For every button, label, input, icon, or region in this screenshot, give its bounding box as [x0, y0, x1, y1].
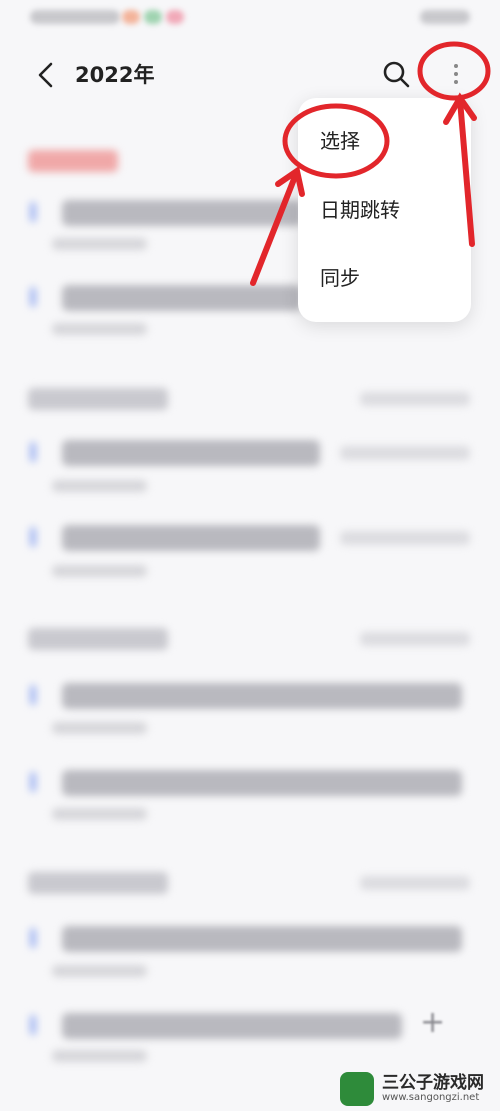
- list-item[interactable]: [62, 285, 302, 311]
- list-item-right: [340, 446, 470, 460]
- list-item[interactable]: [62, 525, 320, 551]
- search-icon[interactable]: [380, 58, 412, 90]
- list-item[interactable]: [62, 683, 462, 709]
- overflow-menu: 选择 日期跳转 同步: [298, 98, 471, 322]
- list-item-time: [52, 480, 147, 492]
- menu-item-sync[interactable]: 同步: [298, 245, 471, 311]
- event-dot: [30, 685, 36, 705]
- status-icon: [122, 10, 140, 24]
- more-vertical-icon[interactable]: [438, 56, 474, 92]
- section-header: [28, 388, 168, 410]
- menu-item-date-jump[interactable]: 日期跳转: [298, 177, 471, 243]
- section-header: [28, 150, 118, 172]
- battery-icon: [420, 10, 470, 24]
- list-item-time: [52, 722, 147, 734]
- list-item[interactable]: [62, 926, 462, 952]
- plus-icon[interactable]: +: [420, 1005, 445, 1040]
- event-dot: [30, 442, 36, 462]
- section-date: [360, 876, 470, 890]
- status-icon: [166, 10, 184, 24]
- list-item-right: [340, 531, 470, 545]
- chevron-left-icon[interactable]: [30, 58, 64, 92]
- section-date: [360, 392, 470, 406]
- section-date: [360, 632, 470, 646]
- status-bar: [0, 0, 500, 40]
- status-icon: [144, 10, 162, 24]
- list-item-time: [52, 238, 147, 250]
- list-item-time: [52, 965, 147, 977]
- event-dot: [30, 1015, 36, 1035]
- section-header: [28, 872, 168, 894]
- event-dot: [30, 202, 36, 222]
- event-dot: [30, 928, 36, 948]
- watermark-brand: 三公子游戏网: [382, 1073, 484, 1093]
- event-dot: [30, 527, 36, 547]
- list-item-time: [52, 323, 147, 335]
- section-header: [28, 628, 168, 650]
- android-logo-icon: [340, 1072, 374, 1106]
- watermark: 三公子游戏网 www.sangongzi.net: [330, 1062, 500, 1111]
- menu-item-select[interactable]: 选择: [298, 108, 471, 174]
- watermark-url: www.sangongzi.net: [382, 1092, 480, 1103]
- annotation-arrow: [250, 166, 305, 286]
- list-item-time: [52, 808, 147, 820]
- list-item-time: [52, 565, 147, 577]
- list-item-time: [52, 1050, 147, 1062]
- status-time: [30, 10, 120, 24]
- list-item[interactable]: [62, 200, 302, 226]
- page-title: 2022年: [75, 63, 155, 87]
- list-item[interactable]: [62, 1013, 402, 1039]
- list-item[interactable]: [62, 770, 462, 796]
- event-dot: [30, 772, 36, 792]
- event-dot: [30, 287, 36, 307]
- list-item[interactable]: [62, 440, 320, 466]
